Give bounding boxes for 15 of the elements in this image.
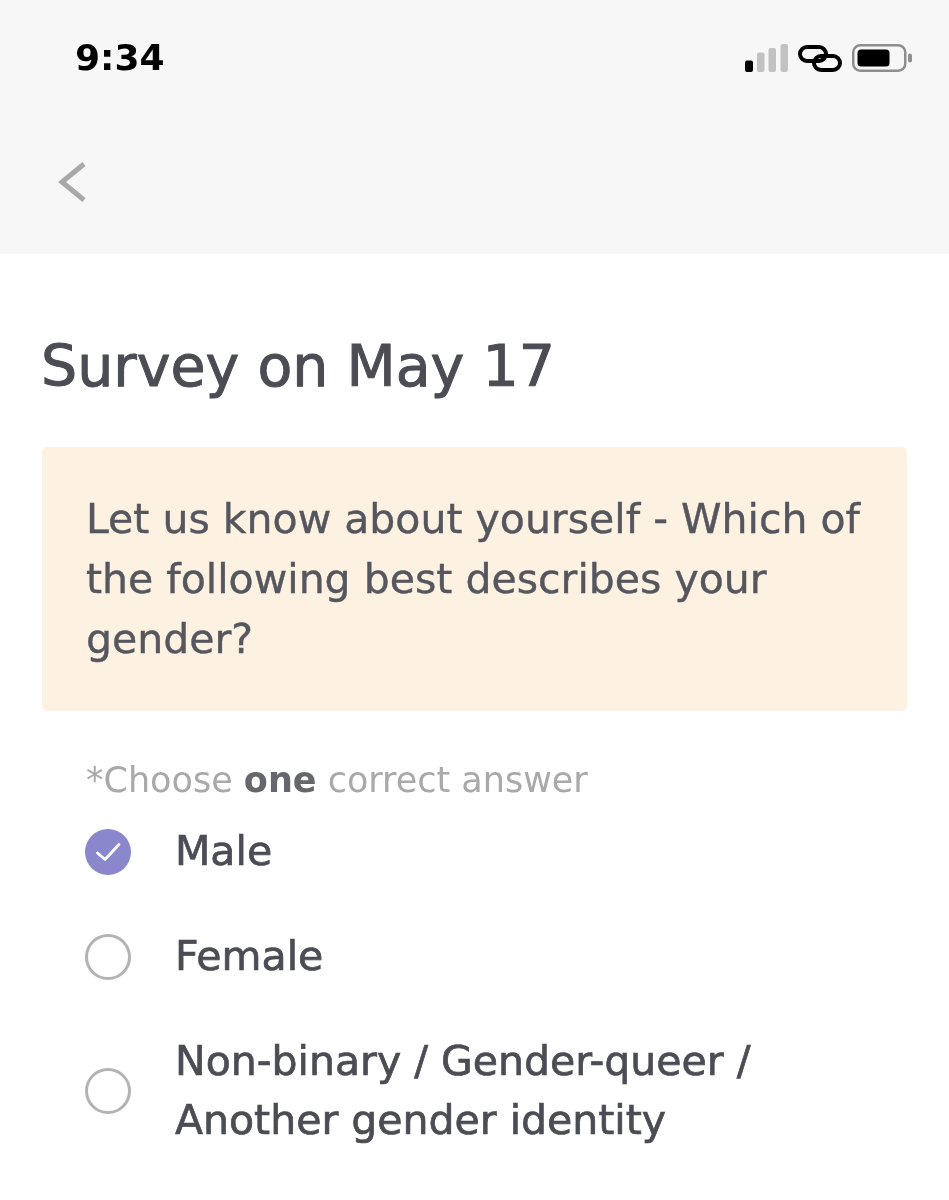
answer-hint: *Choose one correct answer xyxy=(86,759,588,802)
question-text: Let us know about yourself - Which of the following best describes your gender? xyxy=(86,494,862,665)
link-icon xyxy=(798,44,842,72)
back-icon[interactable] xyxy=(57,161,87,203)
status-time: 9:34 xyxy=(75,38,165,78)
radio-button[interactable] xyxy=(85,1068,131,1114)
option-label: Female xyxy=(175,931,324,982)
survey-title: Survey on May 17 xyxy=(41,332,555,400)
battery-icon xyxy=(852,44,913,72)
signal-icon xyxy=(745,44,788,72)
radio-button[interactable] xyxy=(85,828,131,875)
check-icon xyxy=(96,842,121,861)
option-label: Non-binary / Gender-queer / Another gender identity xyxy=(175,1036,752,1146)
radio-button[interactable] xyxy=(85,933,131,980)
option-label: Male xyxy=(175,826,273,877)
